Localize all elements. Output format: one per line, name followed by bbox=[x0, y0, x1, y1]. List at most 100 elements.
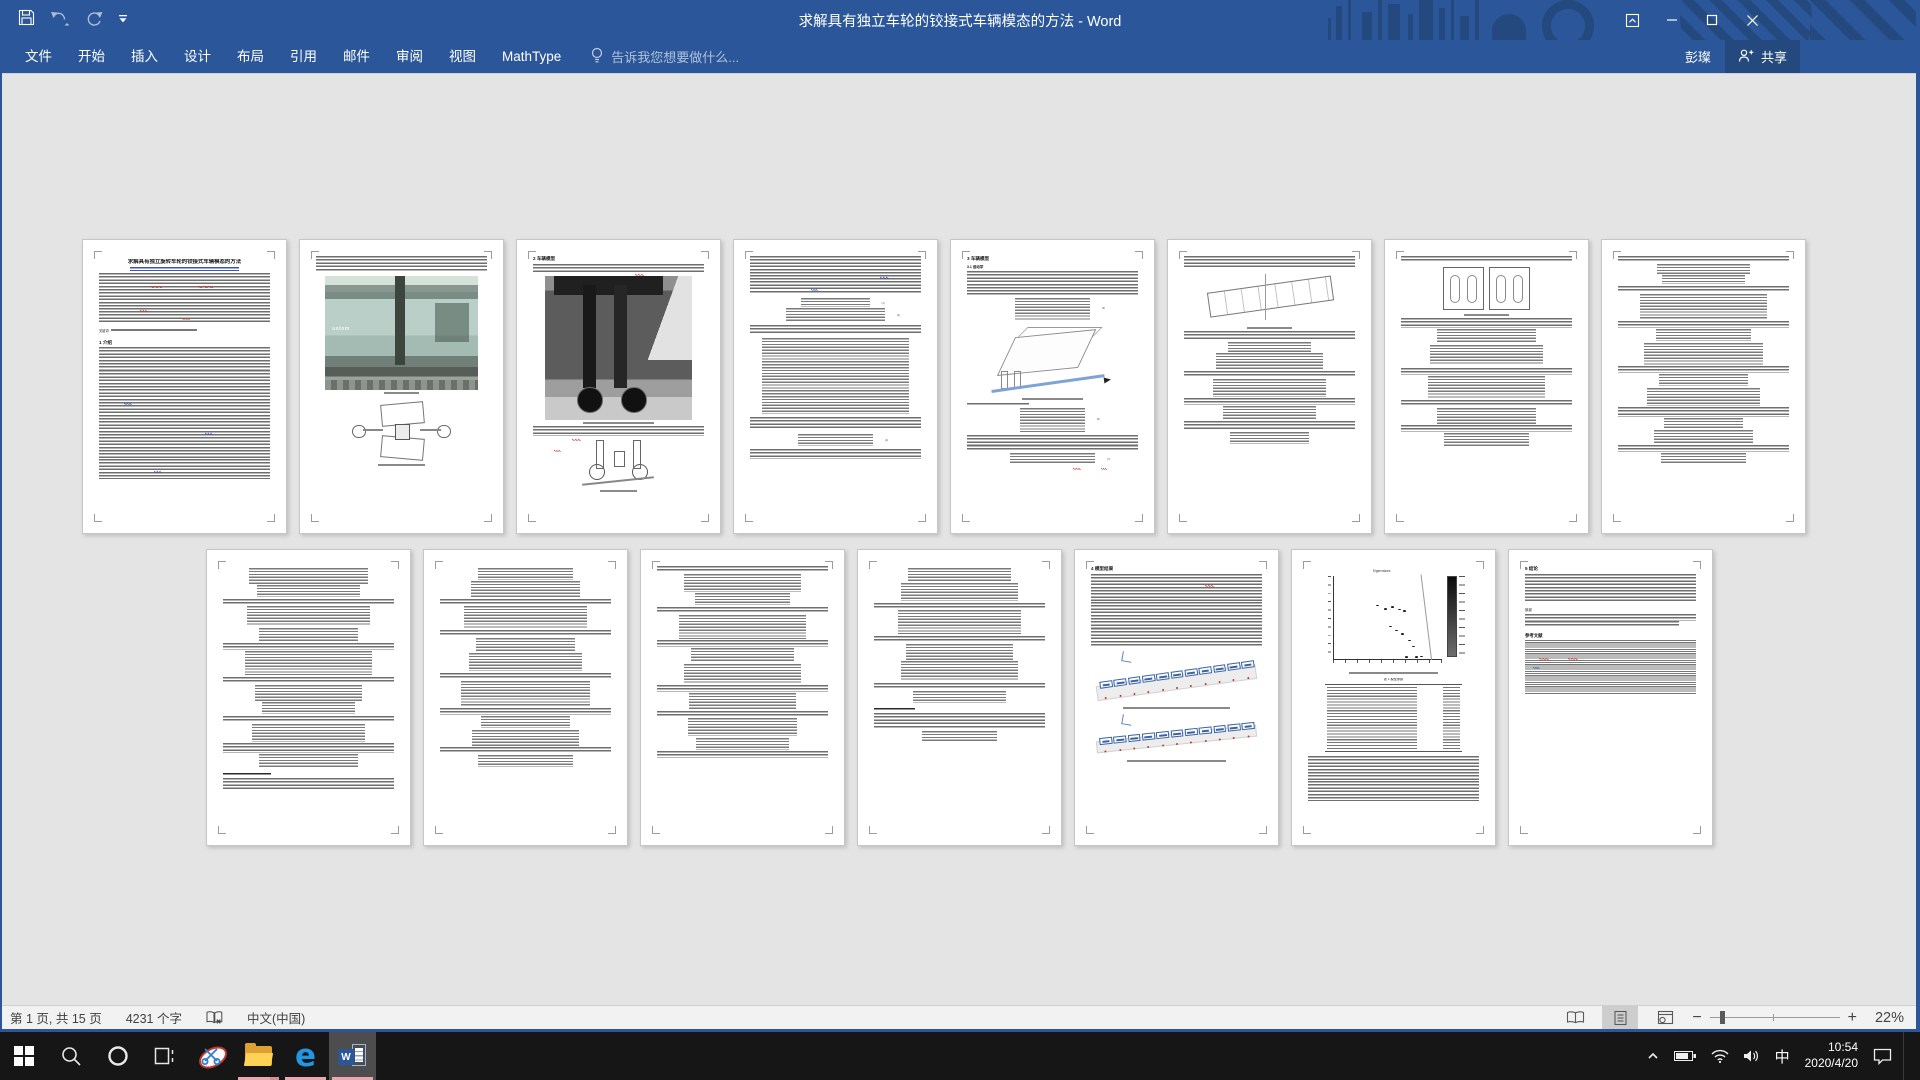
page-thumbnail-2[interactable]: ustom bbox=[299, 239, 504, 534]
page-thumbnail-14[interactable]: Eigenvalues表 1 模型参数 bbox=[1291, 549, 1496, 846]
tab-references[interactable]: 引用 bbox=[277, 40, 330, 73]
close-icon[interactable] bbox=[1732, 0, 1772, 40]
wheelset-diagram bbox=[577, 438, 659, 488]
tab-file[interactable]: 文件 bbox=[12, 40, 65, 73]
page-thumbnail-11[interactable] bbox=[640, 549, 845, 846]
zoom-in-button[interactable]: + bbox=[1848, 1010, 1857, 1026]
taskbar: eW 中 10:54 2020/4/20 bbox=[0, 1032, 1920, 1080]
word-count-status[interactable]: 4231 个字 bbox=[126, 1008, 182, 1027]
tab-view[interactable]: 视图 bbox=[436, 40, 489, 73]
customize-quick-access-icon[interactable] bbox=[118, 11, 128, 29]
page-thumbnail-1[interactable]: 求解具有独立旋转车轮的铰接式车辆模态的方法关键词:1 介绍 bbox=[82, 239, 287, 534]
equation-block bbox=[913, 691, 1005, 703]
wifi-icon[interactable] bbox=[1704, 1049, 1736, 1064]
text-lines bbox=[967, 445, 1138, 451]
equation-block bbox=[262, 702, 354, 714]
taskbar-clock[interactable]: 10:54 2020/4/20 bbox=[1797, 1040, 1866, 1071]
taskbar-file-explorer-button[interactable] bbox=[235, 1032, 282, 1080]
photo-text-label: ustom bbox=[332, 326, 350, 332]
text-lines bbox=[223, 643, 394, 649]
zoom-out-button[interactable]: − bbox=[1692, 1010, 1701, 1026]
window-border-right bbox=[1916, 0, 1920, 1032]
taskbar-snipping-app-icon[interactable] bbox=[188, 1032, 235, 1080]
equation-block: (7) bbox=[1010, 453, 1096, 464]
text-lines bbox=[99, 434, 270, 460]
tab-insert[interactable]: 插入 bbox=[118, 40, 171, 73]
page-thumbnail-6[interactable] bbox=[1167, 239, 1372, 534]
save-icon[interactable] bbox=[18, 9, 35, 31]
zoom-percent[interactable]: 22% bbox=[1866, 1010, 1904, 1026]
equation-block bbox=[255, 685, 361, 701]
taskbar-apps: eW bbox=[0, 1032, 376, 1080]
maximize-icon[interactable] bbox=[1692, 0, 1732, 40]
page-thumbnail-9[interactable] bbox=[206, 549, 411, 846]
undo-icon[interactable] bbox=[50, 10, 70, 31]
zoom-slider-center-tick bbox=[1773, 1014, 1774, 1021]
text-lines bbox=[1618, 445, 1789, 451]
references-list bbox=[1525, 640, 1696, 694]
show-desktop-button[interactable] bbox=[1903, 1032, 1912, 1080]
read-mode-button[interactable] bbox=[1557, 1006, 1593, 1029]
page-thumbnail-7[interactable] bbox=[1384, 239, 1589, 534]
page-thumbnail-3[interactable]: 2 车辆模型 bbox=[516, 239, 721, 534]
equation-block bbox=[1656, 329, 1752, 341]
equation-block bbox=[478, 568, 574, 580]
page-thumbnail-8[interactable] bbox=[1601, 239, 1806, 534]
web-layout-button[interactable] bbox=[1647, 1006, 1683, 1029]
zoom-slider-track[interactable] bbox=[1710, 1017, 1840, 1018]
zoom-slider: − + bbox=[1692, 1010, 1857, 1026]
taskbar-search-button[interactable] bbox=[47, 1032, 94, 1080]
text-lines bbox=[750, 278, 921, 294]
page-thumbnail-12[interactable] bbox=[857, 549, 1062, 846]
text-lines bbox=[657, 685, 828, 691]
train-mode-shape-figure bbox=[1096, 714, 1257, 758]
page-thumbnail-10[interactable] bbox=[423, 549, 628, 846]
ribbon-display-options-icon[interactable] bbox=[1612, 0, 1652, 40]
ribbon-tab-row: 文件开始插入设计布局引用邮件审阅视图MathType 告诉我您想要做什么... … bbox=[0, 40, 1920, 73]
equation-block bbox=[478, 755, 574, 767]
print-layout-button[interactable] bbox=[1602, 1006, 1638, 1029]
equation-block bbox=[481, 716, 570, 728]
equation-block bbox=[1430, 345, 1543, 365]
action-center-icon[interactable] bbox=[1866, 1048, 1899, 1065]
tab-layout[interactable]: 布局 bbox=[224, 40, 277, 73]
taskbar-cortana-button[interactable] bbox=[94, 1032, 141, 1080]
tab-home[interactable]: 开始 bbox=[65, 40, 118, 73]
taskbar-task-view-button[interactable] bbox=[141, 1032, 188, 1080]
equation-block bbox=[1230, 432, 1309, 444]
text-lines bbox=[99, 347, 270, 369]
text-lines bbox=[967, 435, 1138, 445]
equation-block: (3) bbox=[762, 338, 909, 414]
page-thumbnail-5[interactable]: 3 车辆模型3.1 运动学(5)(6)(7) bbox=[950, 239, 1155, 534]
zoom-slider-handle[interactable] bbox=[1720, 1011, 1725, 1024]
volume-icon[interactable] bbox=[1736, 1049, 1768, 1063]
text-lines bbox=[1401, 368, 1572, 374]
tab-mailings[interactable]: 邮件 bbox=[330, 40, 383, 73]
language-status[interactable]: 中文(中国) bbox=[247, 1008, 305, 1027]
tab-mathtype[interactable]: MathType bbox=[489, 40, 574, 73]
page-thumbnail-4[interactable]: (1)(2)(3)(4) bbox=[733, 239, 938, 534]
document-canvas[interactable]: 求解具有独立旋转车轮的铰接式车辆模态的方法关键词:1 介绍 ustom 2 车辆模型… bbox=[0, 73, 1920, 1005]
equation-block bbox=[257, 585, 360, 597]
ime-indicator[interactable]: 中 bbox=[1768, 1046, 1797, 1067]
tell-me-box[interactable]: 告诉我您想要做什么... bbox=[590, 47, 739, 66]
equation-block bbox=[469, 653, 582, 671]
tab-design[interactable]: 设计 bbox=[171, 40, 224, 73]
page-thumbnail-13[interactable]: 4 模型结果 bbox=[1074, 549, 1279, 846]
taskbar-edge-button[interactable]: e bbox=[282, 1032, 329, 1080]
text-lines bbox=[657, 751, 828, 757]
battery-icon[interactable] bbox=[1667, 1050, 1704, 1062]
proofing-status-icon[interactable] bbox=[206, 1010, 223, 1026]
tab-review[interactable]: 审阅 bbox=[383, 40, 436, 73]
hidden-icons-chevron-icon[interactable] bbox=[1639, 1049, 1667, 1063]
text-lines bbox=[1618, 407, 1789, 417]
minimize-icon[interactable] bbox=[1652, 0, 1692, 40]
taskbar-word-button[interactable]: W bbox=[329, 1032, 376, 1080]
user-name[interactable]: 彭璨 bbox=[1685, 47, 1711, 66]
redo-icon[interactable] bbox=[85, 10, 103, 31]
page-number-status[interactable]: 第 1 页, 共 15 页 bbox=[10, 1008, 102, 1027]
text-lines bbox=[440, 599, 611, 605]
share-button[interactable]: 共享 bbox=[1725, 40, 1800, 73]
taskbar-start-button[interactable] bbox=[0, 1032, 47, 1080]
page-thumbnail-15[interactable]: 5 结论致谢参考文献 bbox=[1508, 549, 1713, 846]
